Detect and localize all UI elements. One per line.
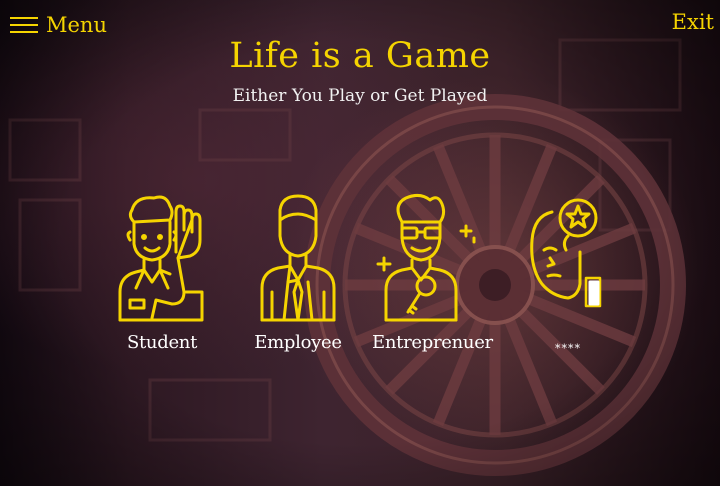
role-label: Student: [126, 332, 198, 353]
entrepreneur-icon: [376, 193, 476, 322]
student-icon: [118, 195, 204, 322]
page-title: Life is a Game: [229, 36, 491, 76]
employee-icon: [260, 194, 336, 322]
menu-label: Menu: [46, 13, 107, 37]
role-entrepreneur[interactable]: Entreprenuer: [372, 192, 493, 353]
hamburger-icon: [10, 15, 38, 35]
dreamer-icon: [530, 198, 602, 308]
page-subtitle: Either You Play or Get Played: [232, 86, 488, 106]
role-label: ****: [555, 342, 581, 355]
role-employee[interactable]: Employee: [250, 192, 346, 353]
role-student[interactable]: Student: [112, 192, 212, 353]
role-label: Employee: [254, 332, 342, 353]
role-unknown[interactable]: ****: [520, 192, 616, 355]
role-label: Entreprenuer: [372, 332, 493, 353]
exit-button[interactable]: Exit: [672, 10, 714, 34]
